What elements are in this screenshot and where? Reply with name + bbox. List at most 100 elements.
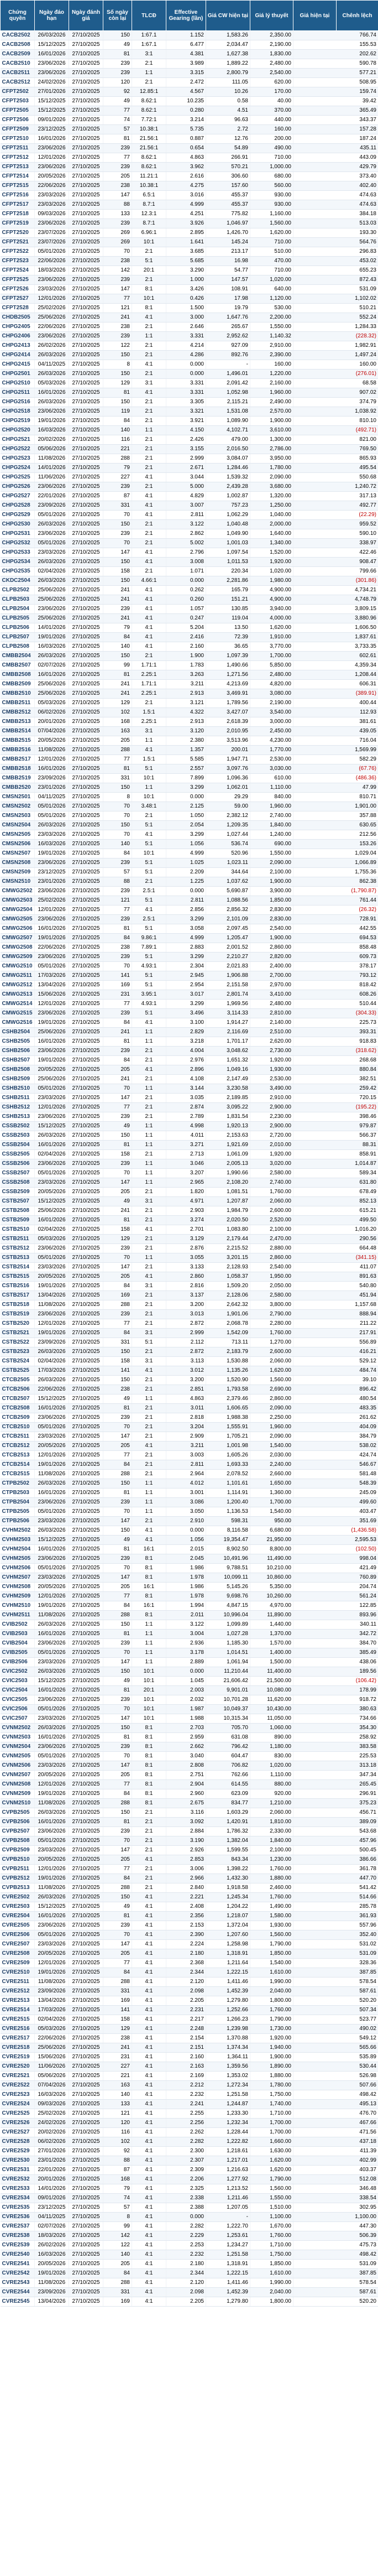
cell-gearing: 3.214 [166, 115, 206, 125]
cell-expiry: 20/05/2026 [34, 1855, 69, 1865]
cell-warrant: CTCB2510 [0, 1422, 35, 1432]
cell-warrant: CSHB2511 [0, 1093, 35, 1103]
cell-days: 84 [103, 849, 132, 858]
cell-difference: 543.68 [293, 1826, 378, 1836]
cell-days: 239 [103, 1309, 132, 1319]
cell-warrant: CHPG2524 [0, 463, 35, 473]
cell-ratio: 5:1 [132, 256, 166, 266]
cell-difference: 3,809.15 [293, 604, 378, 614]
cell-ratio: 4:1 [132, 2174, 166, 2184]
cell-theoretical-price: 510.00 [250, 247, 293, 257]
cell-valuation-date: 27/10/2025 [69, 1441, 103, 1451]
cell-warrant: CVHM2510 [0, 1601, 35, 1611]
cell-theoretical-price: 2,860.00 [250, 943, 293, 953]
cell-warrant: CMWG2509 [0, 952, 35, 962]
cell-gearing: 2.557 [166, 764, 206, 774]
cell-theoretical-price: 2,030.00 [250, 1450, 293, 1460]
cell-difference: 590.78 [293, 59, 378, 69]
cell-days: 49 [103, 1676, 132, 1686]
cell-theoretical-price: 3,800.00 [250, 1300, 293, 1310]
header-warrant: Chứng quyền [0, 0, 35, 31]
cell-gearing: 2.703 [166, 1723, 206, 1733]
cell-gearing: 2.851 [166, 1385, 206, 1394]
cell-difference: 514.66 [293, 1892, 378, 1902]
cell-valuation-date: 27/10/2025 [69, 1591, 103, 1601]
cell-gearing: 0.000 [166, 1526, 206, 1536]
cell-theoretical-price: 1,320.00 [250, 491, 293, 501]
cell-days: 239 [103, 886, 132, 896]
table-row: CMWG2515 23/06/2026 27/10/2025 239 5:1 3.496 3… [0, 1008, 378, 1018]
cell-cw-price: 2,800.79 [206, 68, 250, 78]
cell-ratio: 4:1 [132, 2099, 166, 2109]
cell-expiry: 23/09/2026 [34, 1338, 69, 1347]
table-row: CFPT2523 22/06/2026 27/10/2025 238 5:1 5.685 1… [0, 256, 378, 266]
cell-theoretical-price: 610.00 [250, 773, 293, 783]
cell-expiry: 15/12/2025 [34, 1676, 69, 1686]
cell-gearing: 0.262 [166, 585, 206, 595]
cell-days: 77 [103, 754, 132, 764]
cell-expiry: 19/01/2026 [34, 1601, 69, 1611]
cell-valuation-date: 27/10/2025 [69, 924, 103, 934]
cell-ratio: 12.3:1 [132, 209, 166, 219]
table-row: CFPT2510 16/01/2026 27/10/2025 81 21.56:1 0.8… [0, 134, 378, 144]
cell-difference: 3,733.35 [293, 642, 378, 652]
cell-difference: 728.91 [293, 914, 378, 924]
cell-difference: 39.10 [293, 1375, 378, 1385]
cell-theoretical-price: 1,840.00 [250, 1836, 293, 1846]
cell-ratio: 1:1 [132, 1394, 166, 1404]
cell-days: 288 [103, 454, 132, 464]
cell-days: 147 [103, 1761, 132, 1771]
cell-difference: 296.91 [293, 1789, 378, 1799]
cell-ratio: 4:1 [132, 1225, 166, 1235]
cell-valuation-date: 27/10/2025 [69, 632, 103, 642]
cell-ratio: 3:1 [132, 1281, 166, 1291]
cell-gearing: 2.872 [166, 1319, 206, 1329]
cell-gearing: 2.889 [166, 1657, 206, 1667]
cell-days: 81 [103, 1544, 132, 1554]
cell-gearing: 3.129 [166, 1234, 206, 1244]
cell-valuation-date: 27/10/2025 [69, 1460, 103, 1470]
cell-theoretical-price: 21,500.00 [250, 1676, 293, 1686]
table-row: CSTB2507 15/12/2025 27/10/2025 49 3:1 4.971 1,… [0, 1196, 378, 1206]
cell-days: 239 [103, 604, 132, 614]
cell-expiry: 15/12/2025 [34, 40, 69, 50]
cell-days: 81 [103, 1911, 132, 1921]
cell-cw-price: 796.42 [206, 1742, 250, 1752]
cell-ratio: 8:1 [132, 1591, 166, 1601]
cell-gearing: 2.811 [166, 510, 206, 520]
cell-theoretical-price: 1,910.00 [250, 632, 293, 642]
cell-ratio: 4:1 [132, 2118, 166, 2128]
cell-warrant: CSTB2523 [0, 1347, 35, 1357]
cell-warrant: CFPT2524 [0, 266, 35, 275]
cell-valuation-date: 27/10/2025 [69, 886, 103, 896]
cell-cw-price: 1,411.46 [206, 1977, 250, 1987]
cell-days: 79 [103, 623, 132, 633]
cell-warrant: CVRE2503 [0, 1902, 35, 1912]
cell-ratio: 4:1 [132, 613, 166, 623]
cell-theoretical-price: 1,210.00 [250, 1798, 293, 1808]
cell-warrant: CVRE2539 [0, 2240, 35, 2250]
cell-cw-price: 1,432.30 [206, 1874, 250, 1883]
cell-warrant: CVRE2531 [0, 2165, 35, 2175]
cell-ratio: 1:1 [132, 1253, 166, 1263]
cell-warrant: CSTB2524 [0, 1356, 35, 1366]
cell-gearing: 4.999 [166, 933, 206, 943]
cell-difference: (389.91) [293, 689, 378, 699]
cell-difference: 631.80 [293, 1178, 378, 1188]
cell-theoretical-price: 1,110.00 [250, 1770, 293, 1780]
table-row: CTCB2512 20/05/2026 27/10/2025 205 4:1 3.211 1… [0, 1441, 378, 1451]
cell-cw-price: 4,847.15 [206, 1601, 250, 1611]
cell-expiry: 05/01/2026 [34, 1563, 69, 1573]
table-row: CFPT2502 27/01/2026 27/10/2025 92 12.85:1 4.5… [0, 87, 378, 97]
cell-days: 70 [103, 247, 132, 257]
cell-difference: 959.52 [293, 519, 378, 529]
cell-gearing: 2.840 [166, 1883, 206, 1893]
cell-theoretical-price: 1,570.00 [250, 1638, 293, 1648]
cell-theoretical-price: 1,490.00 [250, 1902, 293, 1912]
cell-ratio: 3:1 [132, 1328, 166, 1338]
cell-difference: 2,595.53 [293, 1535, 378, 1545]
cell-ratio: 2:1 [132, 416, 166, 426]
cell-warrant: CMBB2518 [0, 764, 35, 774]
cell-days: 49 [103, 1535, 132, 1545]
cell-days: 77 [103, 905, 132, 915]
